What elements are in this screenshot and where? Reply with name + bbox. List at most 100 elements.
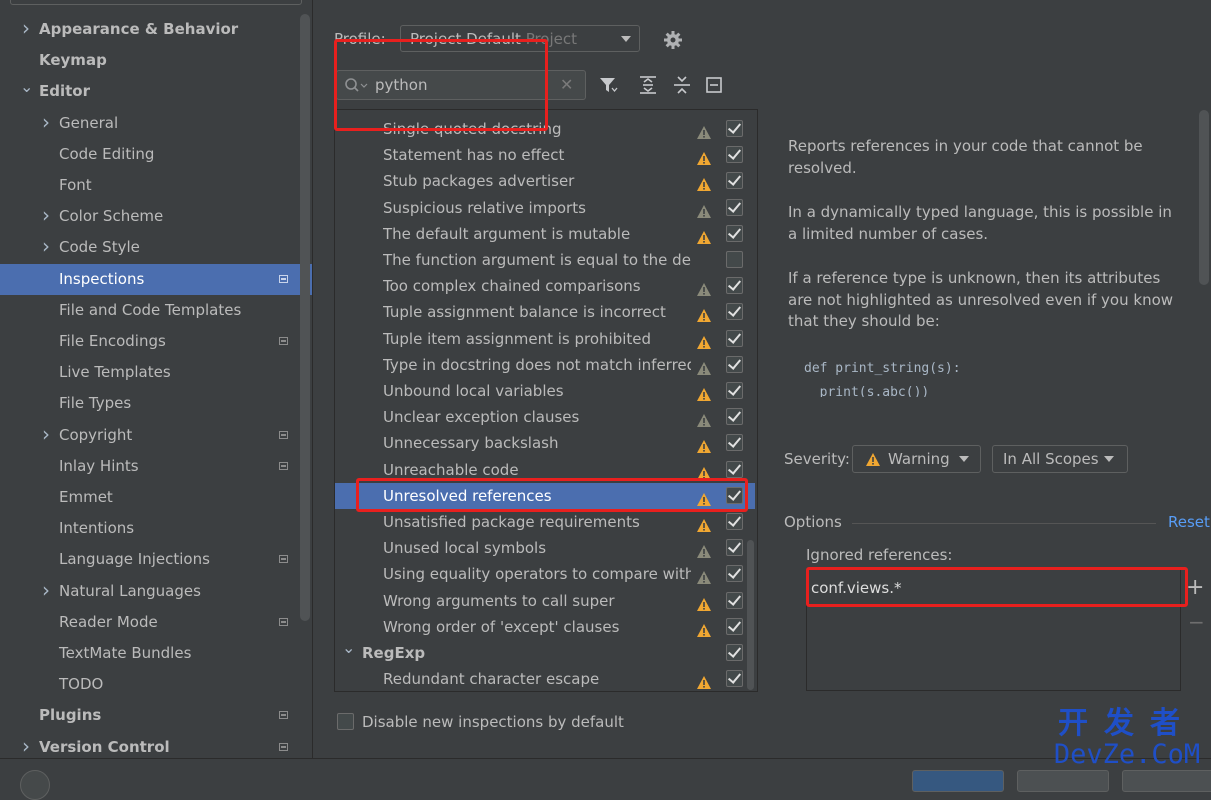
severity-label: Severity:	[784, 450, 850, 468]
chevron-right-icon[interactable]: ›	[40, 575, 52, 606]
sidebar-search-field[interactable]	[10, 0, 302, 5]
disable-new-inspections-checkbox[interactable]	[337, 713, 354, 730]
sidebar-item-label: General	[59, 114, 119, 132]
sidebar-item[interactable]: Emmet	[0, 482, 312, 513]
inspection-checkbox[interactable]	[726, 251, 743, 268]
inspection-row[interactable]: Wrong order of 'except' clauses	[335, 614, 755, 640]
inspection-checkbox[interactable]	[726, 120, 743, 137]
reset-to-default-icon[interactable]	[704, 74, 724, 96]
sidebar-item-label: File Types	[59, 394, 132, 412]
chevron-right-icon[interactable]: ›	[40, 419, 52, 450]
inspection-row[interactable]: Unclear exception clauses	[335, 404, 755, 430]
sidebar-item[interactable]: Code Editing	[0, 139, 312, 170]
chevron-down-icon[interactable]: ⌄	[20, 71, 33, 102]
sidebar-item[interactable]: › Copyright	[0, 420, 312, 451]
inspection-row[interactable]: Tuple item assignment is prohibited	[335, 326, 755, 352]
inspection-row[interactable]: Suspicious relative imports	[335, 195, 755, 221]
sidebar-item[interactable]: File Encodings	[0, 326, 312, 357]
inspection-row[interactable]: Unused local symbols	[335, 535, 755, 561]
inspection-row[interactable]: The default argument is mutable	[335, 221, 755, 247]
inspection-checkbox[interactable]	[726, 644, 743, 661]
sidebar-item[interactable]: File Types	[0, 388, 312, 419]
gear-icon[interactable]	[662, 29, 684, 51]
inspection-row[interactable]: Stub packages advertiser	[335, 168, 755, 194]
inspection-row[interactable]: Tuple assignment balance is incorrect	[335, 299, 755, 325]
sidebar-item[interactable]: Font	[0, 170, 312, 201]
cancel-button[interactable]	[1017, 770, 1109, 792]
expand-all-icon[interactable]	[638, 74, 658, 96]
inspection-checkbox[interactable]	[726, 330, 743, 347]
inspection-group-row[interactable]: ⌄ RegExp	[335, 638, 755, 666]
sidebar-item-label: Reader Mode	[59, 613, 158, 631]
inspection-checkbox[interactable]	[726, 146, 743, 163]
clear-search-icon[interactable]: ✕	[560, 75, 573, 94]
chevron-down-icon[interactable]: ⌄	[342, 635, 355, 661]
inspection-checkbox[interactable]	[726, 199, 743, 216]
inspection-checkbox[interactable]	[726, 172, 743, 189]
inspection-checkbox[interactable]	[726, 461, 743, 478]
sidebar-item[interactable]: Keymap	[0, 45, 312, 76]
inspection-checkbox[interactable]	[726, 382, 743, 399]
sidebar-item[interactable]: ⌄ Editor	[0, 76, 312, 107]
chevron-down-icon	[959, 456, 969, 462]
sidebar-item[interactable]: Plugins	[0, 700, 312, 731]
sidebar-item[interactable]: › Natural Languages	[0, 576, 312, 607]
inspection-row[interactable]: The function argument is equal to the de…	[335, 247, 755, 273]
inspection-row[interactable]: Statement has no effect	[335, 142, 755, 168]
sidebar-item[interactable]: › General	[0, 108, 312, 139]
add-icon[interactable]: +	[1186, 577, 1204, 599]
sidebar-item[interactable]: TextMate Bundles	[0, 638, 312, 669]
scope-dropdown[interactable]: In All Scopes	[992, 445, 1128, 473]
warning-icon	[696, 174, 712, 191]
sidebar-item[interactable]: Language Injections	[0, 544, 312, 575]
sidebar-item[interactable]: Reader Mode	[0, 607, 312, 638]
warning-icon	[696, 332, 712, 349]
chevron-right-icon[interactable]: ›	[20, 13, 32, 44]
inspection-row[interactable]: Redundant character escape	[335, 666, 755, 691]
inspection-checkbox[interactable]	[726, 225, 743, 242]
sidebar-item[interactable]: TODO	[0, 669, 312, 700]
description-scrollbar[interactable]	[1199, 110, 1209, 285]
inspection-checkbox[interactable]	[726, 434, 743, 451]
collapse-all-icon[interactable]	[672, 74, 692, 96]
inspection-checkbox[interactable]	[726, 618, 743, 635]
inspection-checkbox[interactable]	[726, 670, 743, 687]
inspection-checkbox[interactable]	[726, 303, 743, 320]
warning-icon	[696, 541, 712, 558]
inspection-row[interactable]: Type in docstring does not match inferre…	[335, 352, 755, 378]
inspection-checkbox[interactable]	[726, 565, 743, 582]
sidebar-item[interactable]: Inspections	[0, 264, 312, 295]
reset-link[interactable]: Reset	[1168, 513, 1210, 531]
inspection-checkbox[interactable]	[726, 592, 743, 609]
sidebar-item[interactable]: Live Templates	[0, 357, 312, 388]
tree-scrollbar[interactable]	[747, 540, 754, 690]
inspection-row[interactable]: Wrong arguments to call super	[335, 588, 755, 614]
chevron-right-icon[interactable]: ›	[40, 107, 52, 138]
sidebar-item[interactable]: › Color Scheme	[0, 201, 312, 232]
sidebar-scrollbar[interactable]	[300, 14, 310, 621]
inspection-checkbox[interactable]	[726, 356, 743, 373]
severity-dropdown[interactable]: Warning	[852, 445, 981, 473]
inspection-row[interactable]: Using equality operators to compare with	[335, 561, 755, 587]
sidebar-item[interactable]: Inlay Hints	[0, 451, 312, 482]
inspection-checkbox[interactable]	[726, 408, 743, 425]
inspection-checkbox[interactable]	[726, 277, 743, 294]
chevron-right-icon[interactable]: ›	[40, 231, 52, 262]
sidebar-item[interactable]: File and Code Templates	[0, 295, 312, 326]
filter-icon[interactable]	[598, 74, 618, 96]
inspection-row[interactable]: Unnecessary backslash	[335, 430, 755, 456]
remove-icon[interactable]: −	[1188, 612, 1205, 632]
apply-button[interactable]	[1122, 770, 1211, 792]
sidebar-item[interactable]: Intentions	[0, 513, 312, 544]
ok-button[interactable]	[912, 770, 1004, 792]
inspection-row[interactable]: Unbound local variables	[335, 378, 755, 404]
inspection-row[interactable]: Unsatisfied package requirements	[335, 509, 755, 535]
inspection-checkbox[interactable]	[726, 539, 743, 556]
help-button[interactable]	[20, 770, 50, 800]
inspection-row[interactable]: Too complex chained comparisons	[335, 273, 755, 299]
inspection-label: Redundant character escape	[383, 670, 600, 688]
chevron-right-icon[interactable]: ›	[40, 200, 52, 231]
inspection-checkbox[interactable]	[726, 513, 743, 530]
sidebar-item[interactable]: › Code Style	[0, 232, 312, 263]
sidebar-item[interactable]: › Appearance & Behavior	[0, 14, 312, 45]
